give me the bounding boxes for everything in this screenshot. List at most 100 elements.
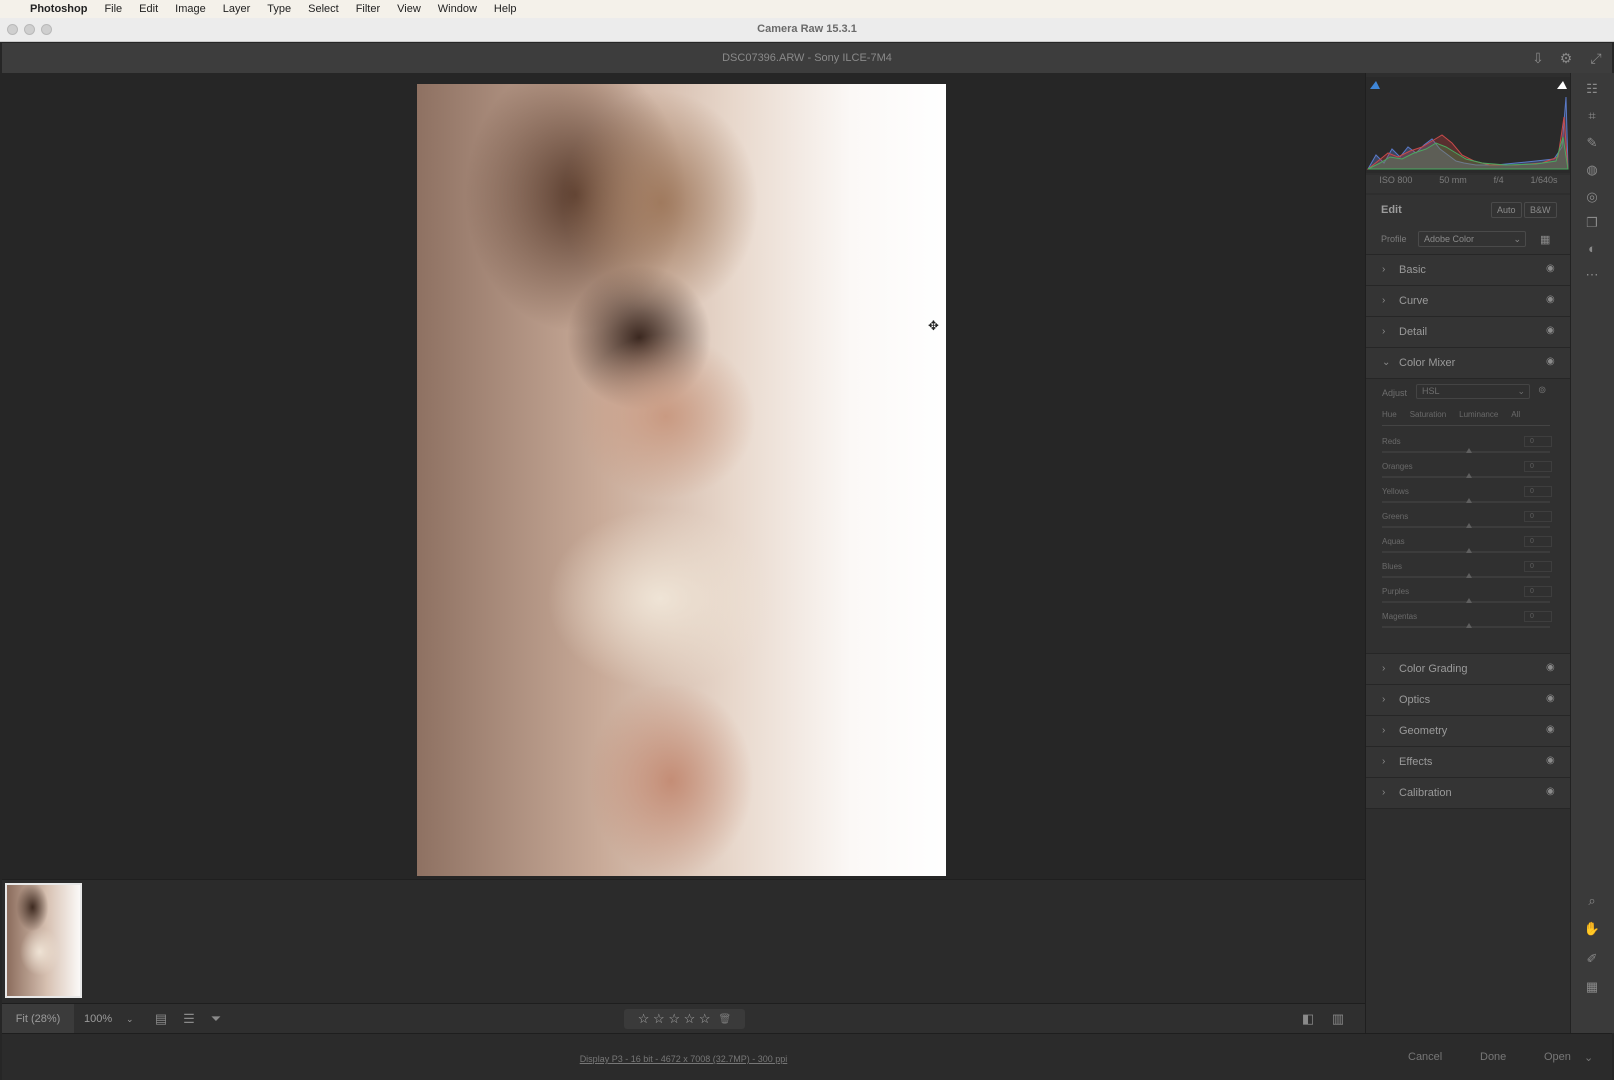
tab-hue[interactable]: Hue — [1382, 410, 1397, 419]
slider-value[interactable]: 0 — [1524, 611, 1552, 622]
menu-app-name[interactable]: Photoshop — [30, 3, 87, 15]
section-calibration[interactable]: › Calibration ◉ — [1366, 778, 1571, 809]
profile-browser-icon[interactable]: ▦ — [1540, 233, 1550, 246]
section-detail[interactable]: › Detail ◉ — [1366, 317, 1571, 348]
sort-icon[interactable]: ☰ — [180, 1011, 198, 1027]
before-after-icon[interactable]: ◧ — [1299, 1011, 1317, 1027]
slider-value[interactable]: 0 — [1524, 461, 1552, 472]
tab-all[interactable]: All — [1511, 410, 1520, 419]
profile-select[interactable]: Adobe Color ⌄ — [1418, 231, 1526, 247]
gear-icon[interactable]: ⚙ — [1556, 48, 1576, 68]
menu-file[interactable]: File — [104, 3, 122, 15]
adjust-select[interactable]: HSL ⌄ — [1416, 384, 1530, 399]
section-basic[interactable]: › Basic ◉ — [1366, 255, 1571, 286]
slider-blues[interactable]: Blues 0 — [1382, 561, 1552, 586]
photo-preview[interactable] — [417, 84, 946, 876]
red-eye-icon[interactable]: ◎ — [1581, 187, 1603, 207]
slider-greens[interactable]: Greens 0 — [1382, 511, 1552, 536]
chevron-down-icon: ⌄ — [1382, 357, 1391, 368]
filmstrip-thumbnail[interactable] — [5, 883, 82, 998]
chevron-right-icon: › — [1382, 756, 1386, 767]
eye-icon[interactable]: ◉ — [1546, 755, 1555, 766]
eye-icon[interactable]: ◉ — [1546, 693, 1555, 704]
menu-filter[interactable]: Filter — [356, 3, 380, 15]
slider-thumb[interactable] — [1466, 573, 1472, 578]
done-button[interactable]: Done — [1480, 1051, 1506, 1063]
save-icon[interactable]: ⇩ — [1528, 48, 1548, 68]
more-icon[interactable]: ⋯ — [1581, 265, 1603, 285]
auto-button[interactable]: Auto — [1491, 202, 1522, 218]
open-button[interactable]: Open — [1544, 1051, 1571, 1063]
grid-overlay-icon[interactable]: ▦ — [1581, 977, 1603, 997]
fullscreen-icon[interactable]: ⤢ — [1586, 48, 1606, 68]
edit-sliders-icon[interactable]: ☷ — [1581, 79, 1603, 99]
slider-purples[interactable]: Purples 0 — [1382, 586, 1552, 611]
filmstrip-toggle-icon[interactable]: ▤ — [152, 1011, 170, 1027]
menu-type[interactable]: Type — [267, 3, 291, 15]
trash-icon[interactable]: 🗑 — [719, 1014, 732, 1025]
eye-icon[interactable]: ◉ — [1546, 294, 1555, 305]
bw-button[interactable]: B&W — [1524, 202, 1557, 218]
zoom-level-button[interactable]: 100% — [84, 1004, 112, 1034]
eye-icon[interactable]: ◉ — [1546, 356, 1555, 367]
section-geometry[interactable]: › Geometry ◉ — [1366, 716, 1571, 747]
hand-icon[interactable]: ✋ — [1581, 919, 1603, 939]
menu-edit[interactable]: Edit — [139, 3, 158, 15]
eye-icon[interactable]: ◉ — [1546, 263, 1555, 274]
slider-thumb[interactable] — [1466, 548, 1472, 553]
section-color-grading[interactable]: › Color Grading ◉ — [1366, 654, 1571, 685]
slider-oranges[interactable]: Oranges 0 — [1382, 461, 1552, 486]
slider-magentas[interactable]: Magentas 0 — [1382, 611, 1552, 636]
slider-thumb[interactable] — [1466, 598, 1472, 603]
slider-aquas[interactable]: Aquas 0 — [1382, 536, 1552, 561]
slider-yellows[interactable]: Yellows 0 — [1382, 486, 1552, 511]
filter-icon[interactable]: ⏷ — [207, 1011, 225, 1027]
eye-icon[interactable]: ◉ — [1546, 724, 1555, 735]
slider-value[interactable]: 0 — [1524, 536, 1552, 547]
targeted-adjustment-icon[interactable]: ⊚ — [1538, 385, 1546, 396]
cancel-button[interactable]: Cancel — [1408, 1051, 1442, 1063]
presets-icon[interactable]: ◐ — [1581, 239, 1603, 259]
eye-icon[interactable]: ◉ — [1546, 325, 1555, 336]
menu-window[interactable]: Window — [438, 3, 477, 15]
slider-thumb[interactable] — [1466, 473, 1472, 478]
eye-icon[interactable]: ◉ — [1546, 662, 1555, 673]
snapshots-icon[interactable]: ❐ — [1581, 213, 1603, 233]
star-rating[interactable]: ☆ ☆ ☆ ☆ ☆ — [638, 1011, 711, 1027]
workflow-options-link[interactable]: Display P3 - 16 bit - 4672 x 7008 (32.7M… — [2, 1054, 1365, 1064]
slider-value[interactable]: 0 — [1524, 486, 1552, 497]
zoom-dropdown-icon[interactable]: ⌄ — [126, 1004, 134, 1034]
menu-view[interactable]: View — [397, 3, 421, 15]
compare-view-icon[interactable]: ▥ — [1329, 1011, 1347, 1027]
window-title-bar: Camera Raw 15.3.1 — [0, 18, 1614, 42]
slider-thumb[interactable] — [1466, 448, 1472, 453]
section-optics[interactable]: › Optics ◉ — [1366, 685, 1571, 716]
crop-icon[interactable]: ⌗ — [1581, 106, 1603, 126]
slider-reds[interactable]: Reds 0 — [1382, 436, 1552, 461]
open-dropdown-icon[interactable]: ⌄ — [1584, 1051, 1593, 1064]
menu-select[interactable]: Select — [308, 3, 339, 15]
section-curve[interactable]: › Curve ◉ — [1366, 286, 1571, 317]
tab-luminance[interactable]: Luminance — [1459, 410, 1498, 419]
eye-icon[interactable]: ◉ — [1546, 786, 1555, 797]
color-sampler-icon[interactable]: ✐ — [1581, 949, 1603, 969]
menu-help[interactable]: Help — [494, 3, 517, 15]
menu-image[interactable]: Image — [175, 3, 206, 15]
slider-thumb[interactable] — [1466, 623, 1472, 628]
rating-bar: ☆ ☆ ☆ ☆ ☆ 🗑 — [624, 1009, 745, 1029]
move-cursor-icon: ✥ — [928, 318, 939, 333]
masking-icon[interactable]: ◍ — [1581, 160, 1603, 180]
slider-thumb[interactable] — [1466, 523, 1472, 528]
slider-value[interactable]: 0 — [1524, 436, 1552, 447]
zoom-fit-button[interactable]: Fit (28%) — [2, 1004, 74, 1034]
section-effects[interactable]: › Effects ◉ — [1366, 747, 1571, 778]
tab-saturation[interactable]: Saturation — [1410, 410, 1446, 419]
slider-value[interactable]: 0 — [1524, 561, 1552, 572]
healing-brush-icon[interactable]: ✎ — [1581, 133, 1603, 153]
zoom-icon[interactable]: ⌕ — [1581, 891, 1603, 911]
section-color-mixer[interactable]: ⌄ Color Mixer ◉ — [1366, 348, 1571, 379]
slider-value[interactable]: 0 — [1524, 586, 1552, 597]
menu-layer[interactable]: Layer — [223, 3, 251, 15]
slider-value[interactable]: 0 — [1524, 511, 1552, 522]
slider-thumb[interactable] — [1466, 498, 1472, 503]
